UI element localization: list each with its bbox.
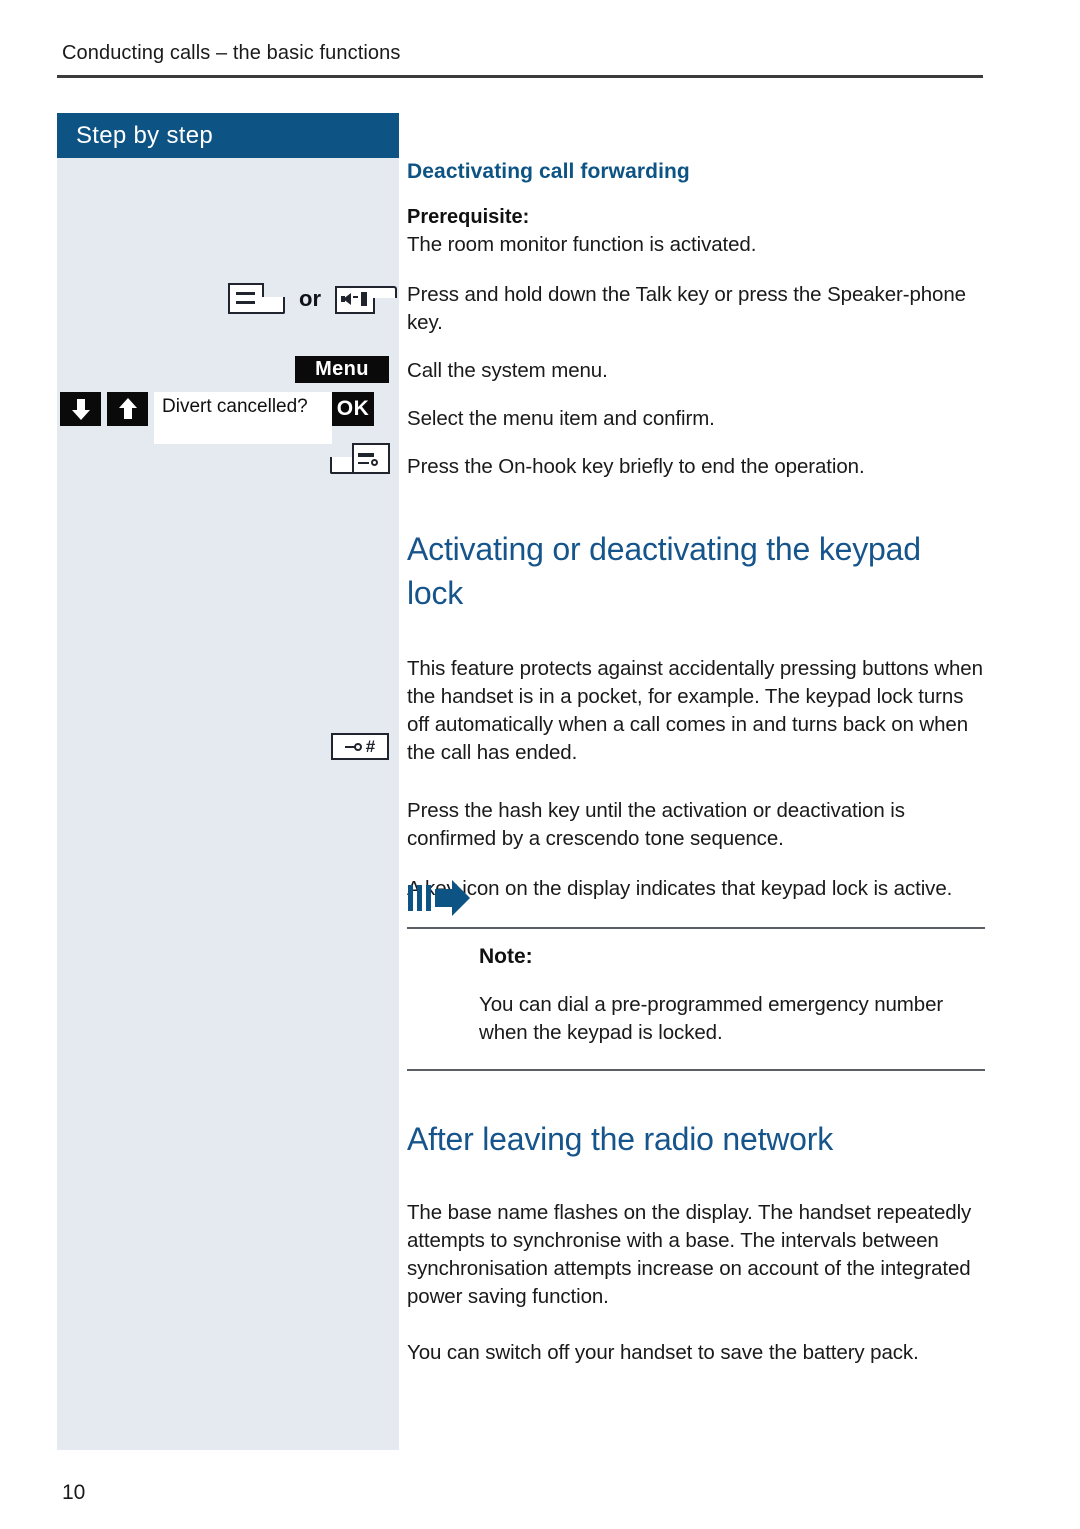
hash-key-step-text: Press the hash key until the activation … bbox=[407, 799, 905, 850]
header-divider bbox=[57, 75, 983, 78]
arrow-down-icon[interactable] bbox=[60, 392, 101, 426]
prerequisite-label: Prerequisite: bbox=[407, 206, 530, 228]
note-label: Note: bbox=[479, 945, 533, 968]
on-hook-key-row bbox=[330, 443, 390, 476]
step-text-call-system-menu: Call the system menu. bbox=[407, 359, 608, 382]
radio-network-paragraph-1: The base name flashes on the display. Th… bbox=[407, 1201, 972, 1308]
key-icon-display-text: A key icon on the display indicates that… bbox=[407, 877, 953, 900]
speakerphone-key-icon bbox=[335, 283, 397, 314]
hash-key-icon: # bbox=[331, 733, 389, 760]
display-softkey-row: Divert cancelled? OK bbox=[60, 392, 374, 444]
section-title-after-leaving-radio-network: After leaving the radio network bbox=[407, 1121, 834, 1157]
step-text-talk-or-speaker: Press and hold down the Talk key or pres… bbox=[407, 283, 966, 334]
section-heading-deactivating-call-forwarding: Deactivating call forwarding bbox=[407, 160, 690, 183]
prerequisite-text: The room monitor function is activated. bbox=[407, 233, 757, 256]
step-by-step-title: Step by step bbox=[57, 113, 399, 158]
arrow-up-icon[interactable] bbox=[107, 392, 148, 426]
page-number: 10 bbox=[62, 1481, 86, 1504]
talk-key-icon bbox=[228, 283, 285, 314]
handset-display: Divert cancelled? bbox=[154, 392, 332, 444]
on-hook-key-icon bbox=[330, 443, 390, 476]
step-text-select-confirm: Select the menu item and confirm. bbox=[407, 407, 715, 430]
keypad-lock-intro: This feature protects against accidental… bbox=[407, 657, 983, 764]
talk-or-speaker-row: or bbox=[228, 283, 397, 314]
or-label: or bbox=[299, 285, 321, 311]
note-text: You can dial a pre-programmed emergency … bbox=[479, 993, 944, 1044]
hash-symbol: # bbox=[365, 737, 376, 756]
hash-key-row: # bbox=[331, 733, 389, 760]
main-content: Deactivating call forwarding Prerequisit… bbox=[407, 160, 985, 1367]
radio-network-paragraph-2: You can switch off your handset to save … bbox=[407, 1341, 919, 1364]
running-header: Conducting calls – the basic functions bbox=[62, 42, 401, 64]
key-lock-icon bbox=[344, 742, 362, 752]
note-arrow-icon bbox=[408, 879, 470, 917]
ok-softkey[interactable]: OK bbox=[332, 392, 374, 426]
menu-softkey[interactable]: Menu bbox=[295, 356, 389, 383]
section-title-keypad-lock: Activating or deactivating the keypad lo… bbox=[407, 531, 921, 611]
step-text-on-hook: Press the On-hook key briefly to end the… bbox=[407, 455, 865, 478]
